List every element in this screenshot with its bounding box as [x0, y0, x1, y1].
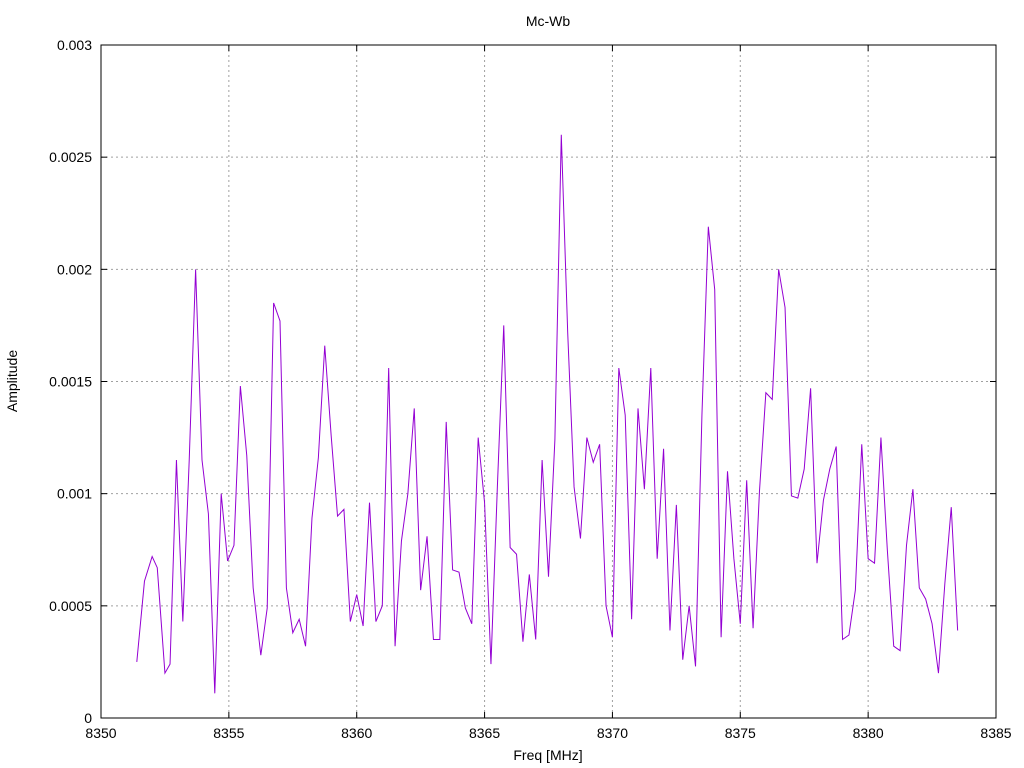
series-line-0	[136, 134, 959, 694]
x-tick-label: 8380	[853, 725, 884, 741]
y-tick-label: 0.0015	[49, 374, 92, 390]
x-tick-label: 8360	[341, 725, 372, 741]
chart-title: Mc-Wb	[526, 13, 571, 29]
y-tick-label: 0.0025	[49, 149, 92, 165]
x-tick-label: 8370	[597, 725, 628, 741]
y-tick-label: 0.001	[57, 486, 92, 502]
x-tick-label: 8375	[725, 725, 756, 741]
y-tick-label: 0.003	[57, 37, 92, 53]
x-axis-title: Freq [MHz]	[513, 747, 582, 763]
grid-layer	[101, 45, 996, 718]
x-tick-label: 8385	[980, 725, 1011, 741]
y-axis-title: Amplitude	[4, 350, 20, 412]
x-tick-label: 8350	[85, 725, 116, 741]
labels-layer: 8350 8355 8360 8365 8370 8375 8380 8385 0 0.0005 0…	[49, 37, 1012, 741]
y-tick-label: 0.002	[57, 261, 92, 277]
chart: 8350 8355 8360 8365 8370 8375 8380 8385 0 0.0005 0…	[4, 13, 1012, 763]
y-tick-label: 0.0005	[49, 598, 92, 614]
x-tick-label: 8355	[213, 725, 244, 741]
x-tick-label: 8365	[469, 725, 500, 741]
y-tick-label: 0	[84, 710, 92, 726]
